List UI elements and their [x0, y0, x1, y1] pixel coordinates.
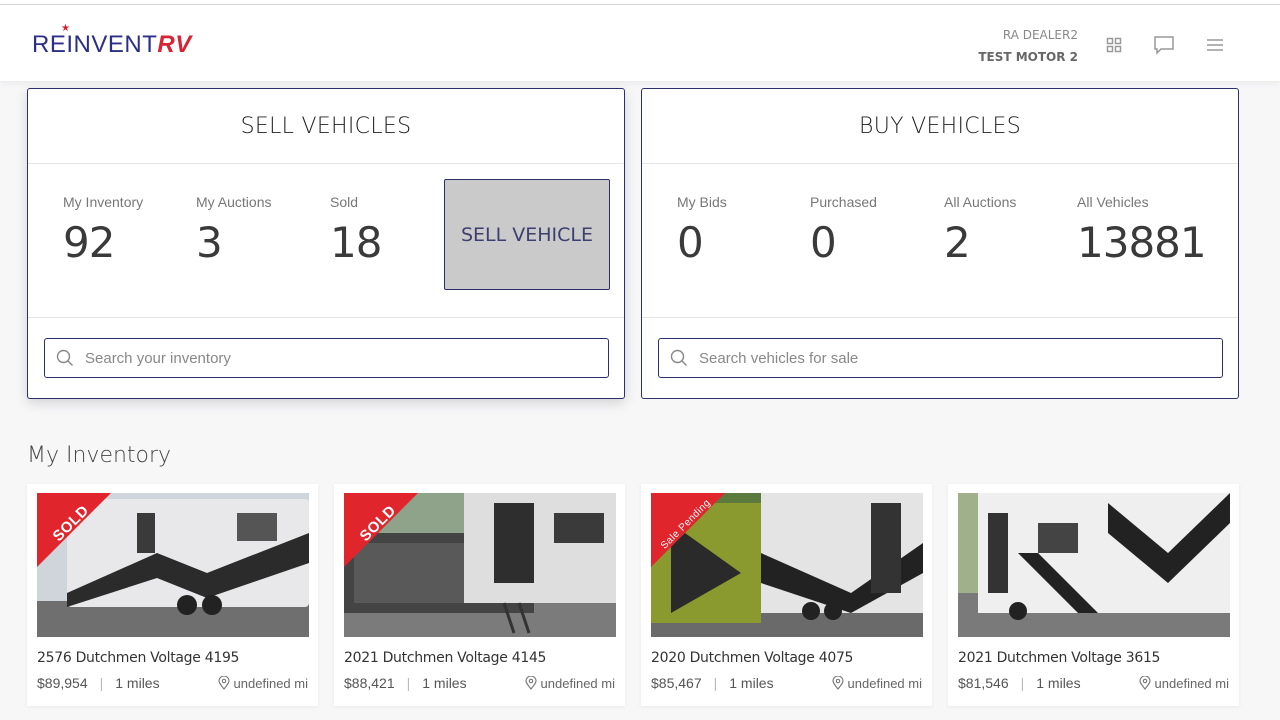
dealer-business: TEST MOTOR 2: [978, 50, 1078, 64]
vehicle-photo[interactable]: [958, 493, 1230, 637]
vehicle-miles: 1 miles: [422, 675, 467, 691]
location-pin-icon: [1138, 676, 1151, 690]
vehicle-price: $85,467: [651, 675, 702, 691]
stat-my-auctions[interactable]: My Auctions 3: [196, 194, 271, 267]
vehicle-miles: 1 miles: [1036, 675, 1081, 691]
meta-divider: |: [713, 675, 718, 691]
vehicle-price: $88,421: [344, 675, 395, 691]
sell-stats: My Inventory 92 My Auctions 3 Sold 18 SE…: [28, 164, 624, 318]
meta-divider: |: [406, 675, 411, 691]
vehicle-card[interactable]: SOLD 2021 Dutchmen Voltage 4145 $88,421 …: [334, 484, 625, 706]
buy-panel-title: BUY VEHICLES: [642, 89, 1238, 164]
search-icon: [659, 349, 699, 367]
vehicle-title[interactable]: 2576 Dutchmen Voltage 4195: [37, 650, 239, 666]
meta-divider: |: [99, 675, 104, 691]
buy-stats: My Bids 0 Purchased 0 All Auctions 2 All…: [642, 164, 1238, 318]
stat-all-vehicles[interactable]: All Vehicles 13881: [1077, 194, 1207, 267]
vehicle-card[interactable]: 2021 Dutchmen Voltage 3615 $81,546 | 1 m…: [948, 484, 1239, 706]
buy-vehicles-panel: BUY VEHICLES My Bids 0 Purchased 0 All A…: [641, 88, 1239, 399]
vehicle-location: undefined mi: [1138, 676, 1229, 691]
stat-my-bids[interactable]: My Bids 0: [677, 194, 727, 267]
grid-icon[interactable]: [1102, 33, 1126, 57]
my-inventory-heading: My Inventory: [27, 443, 172, 468]
vehicle-card[interactable]: SOLD 2576 Dutchmen Voltage 4195 $89,954 …: [27, 484, 318, 706]
vehicle-title[interactable]: 2020 Dutchmen Voltage 4075: [651, 650, 853, 666]
inventory-search[interactable]: [44, 338, 609, 378]
vehicle-price: $81,546: [958, 675, 1009, 691]
inventory-search-input[interactable]: [85, 340, 608, 376]
dealer-name: RA DEALER2: [1002, 28, 1078, 42]
stat-purchased[interactable]: Purchased 0: [810, 194, 877, 267]
reinventrv-logo[interactable]: ★ REINVENTRV: [32, 23, 192, 59]
vehicle-meta: $89,954 | 1 miles undefined mi: [37, 675, 308, 691]
vehicle-title[interactable]: 2021 Dutchmen Voltage 3615: [958, 650, 1160, 666]
app-header: ★ REINVENTRV RA DEALER2 TEST MOTOR 2: [0, 5, 1280, 81]
meta-divider: |: [1020, 675, 1025, 691]
vehicle-miles: 1 miles: [115, 675, 160, 691]
sell-vehicle-button[interactable]: SELL VEHICLE: [444, 179, 610, 290]
vehicle-title[interactable]: 2021 Dutchmen Voltage 4145: [344, 650, 546, 666]
vehicle-location: undefined mi: [524, 676, 615, 691]
vehicle-location: undefined mi: [831, 676, 922, 691]
stat-my-inventory[interactable]: My Inventory 92: [63, 194, 143, 267]
menu-icon[interactable]: [1203, 33, 1227, 57]
stat-all-auctions[interactable]: All Auctions 2: [944, 194, 1016, 267]
vehicles-search-input[interactable]: [699, 340, 1222, 376]
stat-sold[interactable]: Sold 18: [330, 194, 382, 267]
vehicle-card[interactable]: Sale Pending 2020 Dutchmen Voltage 4075 …: [641, 484, 932, 706]
location-pin-icon: [217, 676, 230, 690]
vehicle-location: undefined mi: [217, 676, 308, 691]
chat-icon[interactable]: [1152, 33, 1176, 57]
dealer-info[interactable]: RA DEALER2 TEST MOTOR 2: [978, 24, 1078, 68]
logo-star-icon: ★: [61, 23, 71, 34]
location-pin-icon: [831, 676, 844, 690]
vehicles-search[interactable]: [658, 338, 1223, 378]
sell-panel-title: SELL VEHICLES: [28, 89, 624, 164]
vehicle-meta: $88,421 | 1 miles undefined mi: [344, 675, 615, 691]
search-icon: [45, 349, 85, 367]
location-pin-icon: [524, 676, 537, 690]
vehicle-meta: $81,546 | 1 miles undefined mi: [958, 675, 1229, 691]
vehicle-photo[interactable]: Sale Pending: [651, 493, 923, 637]
sell-vehicles-panel: SELL VEHICLES My Inventory 92 My Auction…: [27, 88, 625, 399]
vehicle-photo[interactable]: SOLD: [344, 493, 616, 637]
vehicle-miles: 1 miles: [729, 675, 774, 691]
vehicle-price: $89,954: [37, 675, 88, 691]
vehicle-meta: $85,467 | 1 miles undefined mi: [651, 675, 922, 691]
vehicle-photo[interactable]: SOLD: [37, 493, 309, 637]
